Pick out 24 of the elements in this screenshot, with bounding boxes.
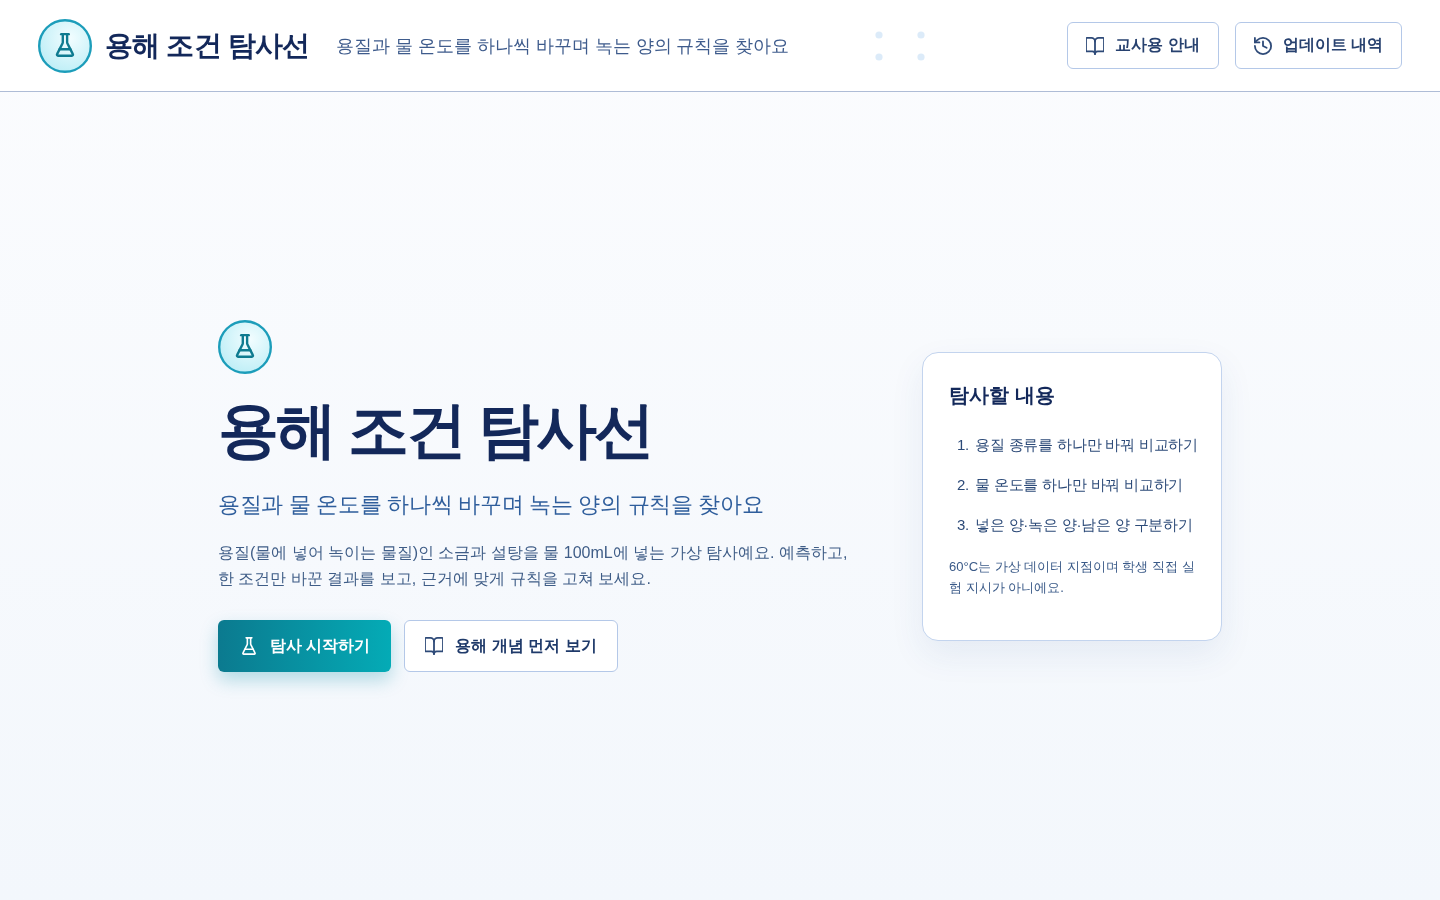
hero-title: 용해 조건 탐사선 [218, 395, 653, 466]
app-subtitle: 용질과 물 온도를 하나씩 바꾸며 녹는 양의 규칙을 찾아요 [336, 34, 790, 58]
flask-icon [240, 637, 258, 655]
card-title: 탐사할 내용 [949, 382, 1056, 408]
list-number: 3. [955, 514, 969, 535]
book-icon [1086, 36, 1105, 55]
flask-logo-icon [218, 320, 272, 374]
concept-first-button[interactable]: 용해 개념 먼저 보기 [404, 620, 618, 672]
list-number: 2. [955, 474, 969, 495]
list-item-text: 용질 종류를 하나만 바꿔 비교하기 [975, 434, 1200, 455]
start-explore-button[interactable]: 탐사 시작하기 [218, 620, 392, 672]
update-history-button[interactable]: 업데이트 내역 [1234, 22, 1402, 69]
history-icon [1253, 36, 1272, 55]
list-number: 1. [955, 434, 969, 455]
dot-grid-icon [875, 30, 926, 61]
hero-description: 용질(물에 넣어 녹이는 물질)인 소금과 설탕을 물 100mL에 넣는 가상 탐사예요. 예측하고, 한 조건만 바꾼 결과를 보고, 근거에 맞게 규칙을 고쳐 보세요. [218, 543, 849, 589]
app-title: 용해 조건 탐사선 [105, 28, 310, 63]
list-item-text: 넣은 양·녹은 양·남은 양 구분하기 [975, 514, 1194, 535]
guide-button[interactable]: 교사용 안내 [1067, 22, 1219, 69]
list-item-text: 물 온도를 하나만 바꿔 비교하기 [975, 474, 1185, 495]
card-note: 60°C는 가상 데이터 지점이며 학생 직접 실험 지시가 아니에요. [949, 557, 1195, 597]
book-icon [425, 637, 444, 655]
flask-logo-icon [38, 18, 92, 73]
hero-subtitle: 용질과 물 온도를 하나씩 바꾸며 녹는 양의 규칙을 찾아요 [218, 491, 765, 519]
